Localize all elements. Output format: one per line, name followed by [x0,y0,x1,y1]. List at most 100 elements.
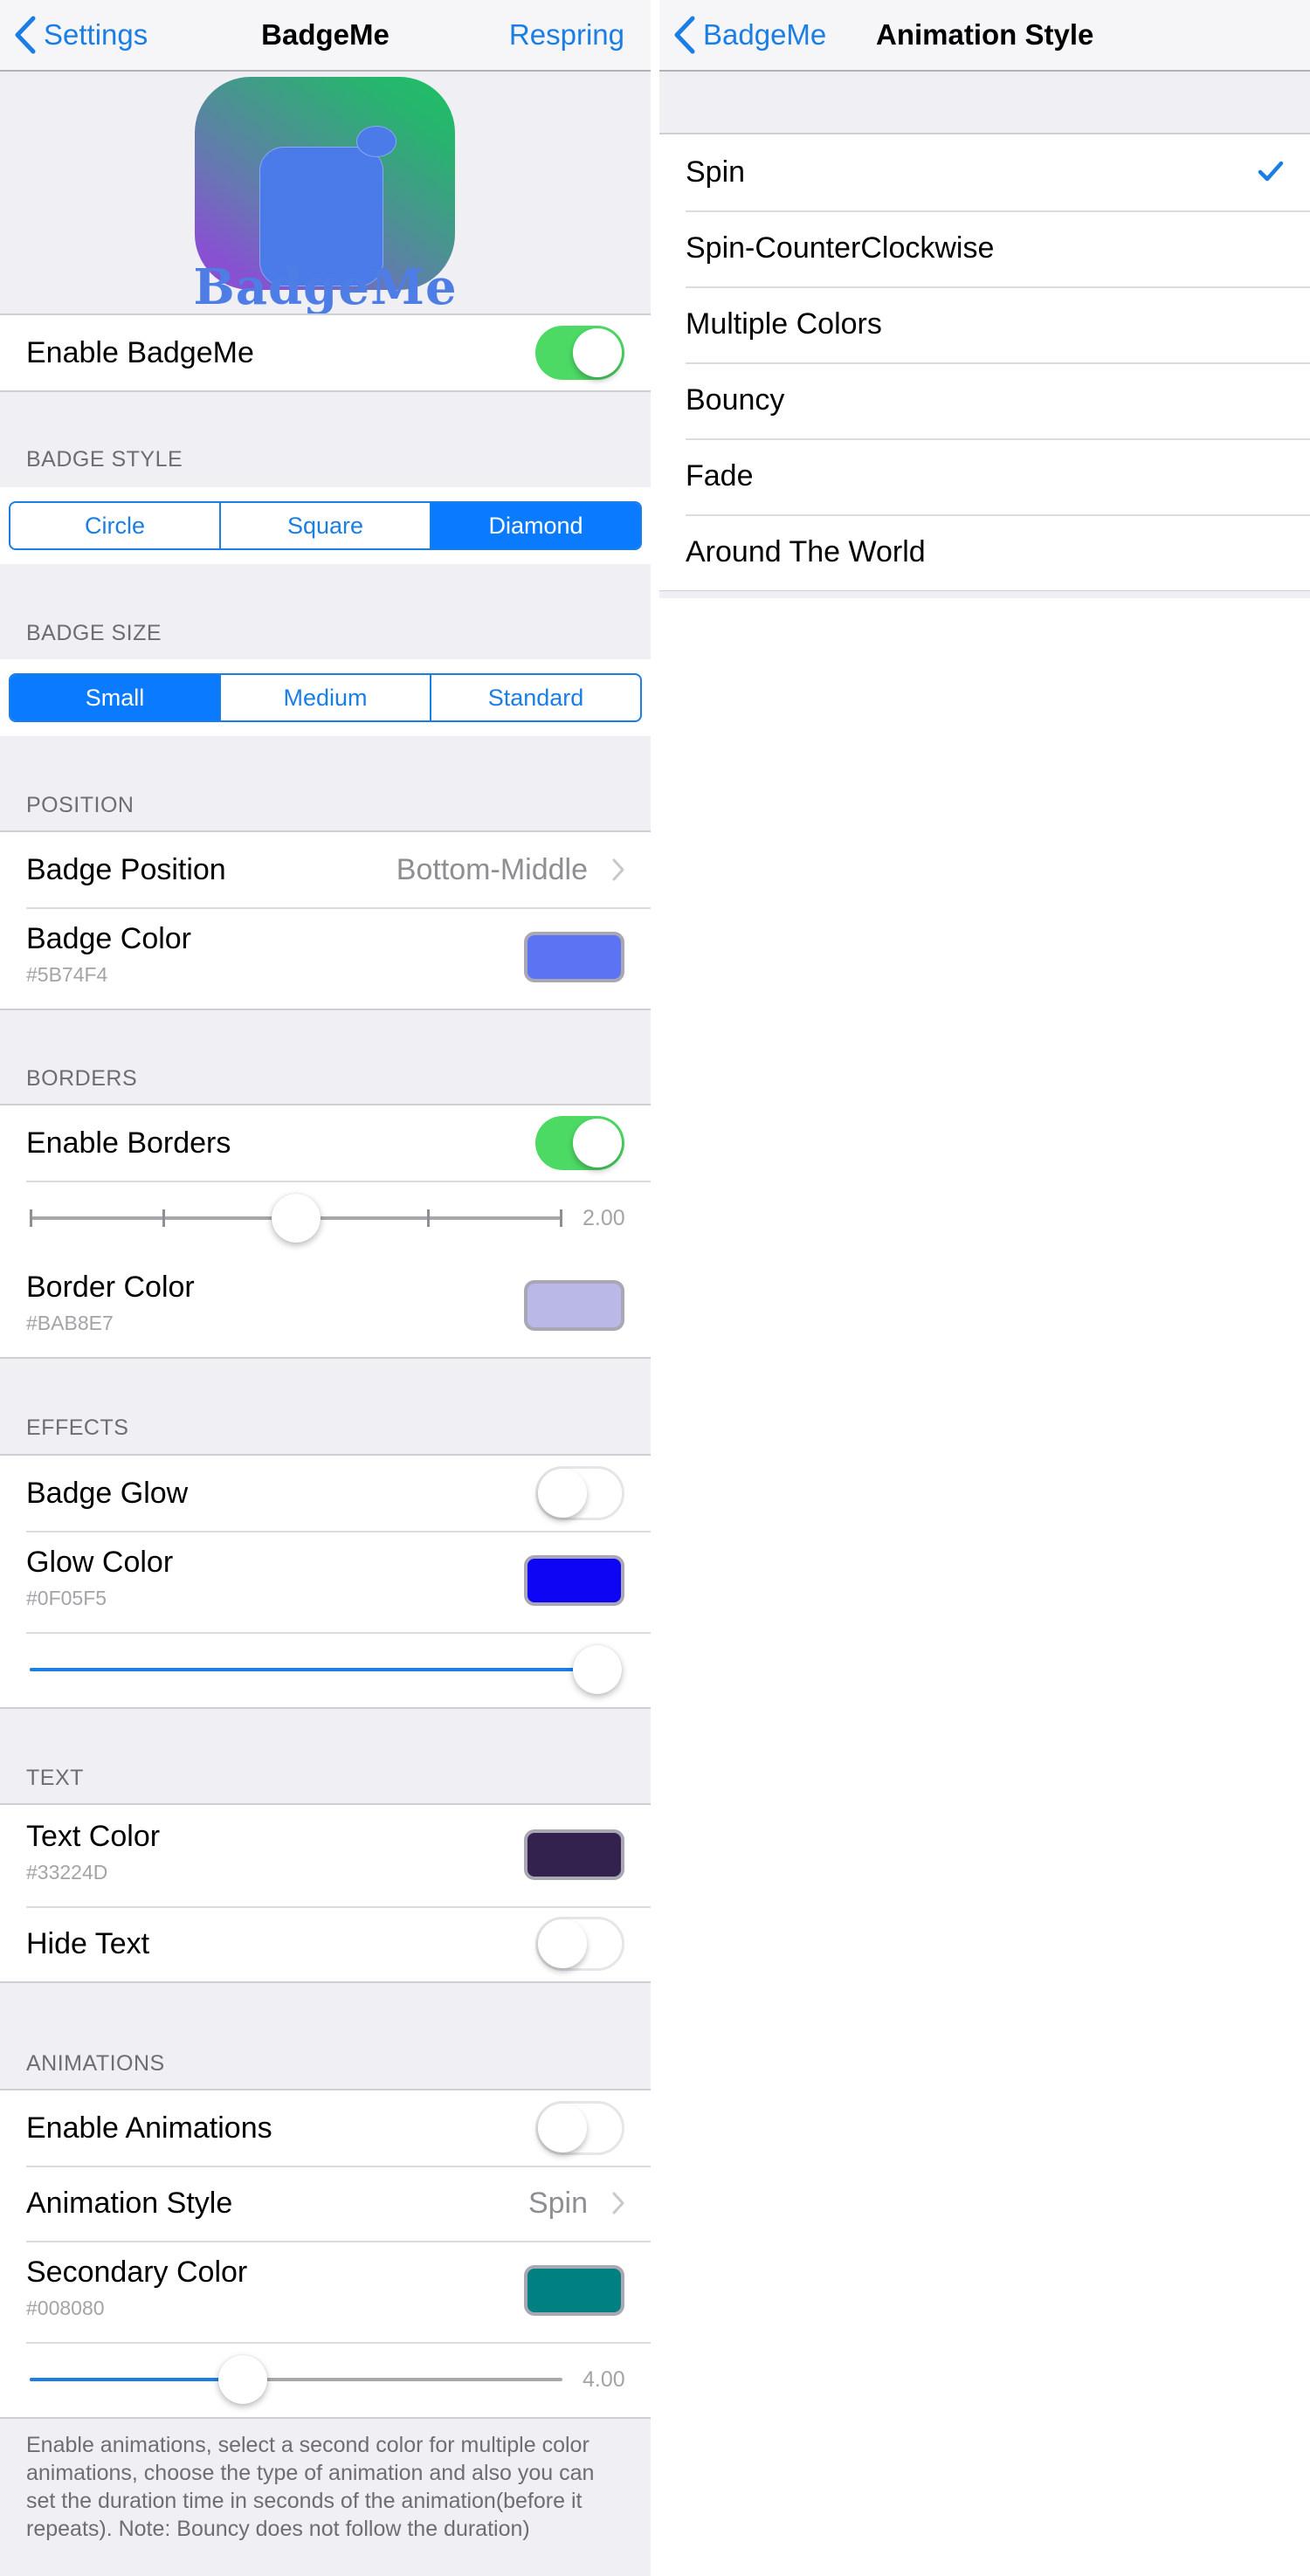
glow-color-row[interactable]: Glow Color #0F05F5 [0,1531,651,1632]
secondary-color-swatch[interactable] [524,2265,624,2316]
badge-color-row[interactable]: Badge Color #5B74F4 [0,907,651,1009]
logo-text: BadgeMe [193,258,458,316]
border-width-value: 2.00 [583,1206,624,1230]
enable-borders-row: Enable Borders [0,1105,651,1181]
list-bottom-spacer [659,591,1310,598]
hide-text-row: Hide Text [0,1906,651,1981]
back-button[interactable]: BadgeMe [673,0,826,70]
option-label: Fade [686,459,754,492]
badge-glow-row: Badge Glow [0,1456,651,1531]
slider-tick [427,1209,430,1227]
section-header-badge-size: BADGE SIZE [26,621,162,645]
section-header-animations: ANIMATIONS [26,2051,165,2076]
option-label: Around The World [686,535,926,568]
animations-group: Enable Animations Animation Style Spin S… [0,2089,651,2419]
enable-group: Enable BadgeMe [0,313,651,392]
list-item[interactable]: Bouncy [659,362,1310,438]
animation-style-value: Spin [527,2187,588,2220]
section-header-effects: EFFECTS [26,1415,129,1440]
hide-text-toggle[interactable] [535,1917,624,1971]
navigation-bar: BadgeMe Animation Style [659,0,1310,72]
slider-tick [162,1209,165,1227]
toggle-knob [573,1119,622,1167]
animation-style-row[interactable]: Animation Style Spin [0,2166,651,2241]
toggle-knob [573,328,622,377]
duration-slider-thumb[interactable] [218,2355,267,2404]
duration-slider-fill [30,2378,243,2381]
text-color-swatch[interactable] [524,1829,624,1880]
chevron-right-icon [612,858,624,881]
back-label: BadgeMe [703,18,827,51]
glow-color-label: Glow Color [26,1546,174,1579]
toggle-knob [538,1469,587,1518]
duration-slider-track[interactable] [30,2378,562,2381]
glow-slider-thumb[interactable] [573,1645,622,1694]
text-color-hex: #33224D [26,1861,108,1884]
respring-button[interactable]: Respring [509,0,624,70]
app-icon-badge-dot [356,126,396,157]
border-width-slider-thumb[interactable] [272,1194,321,1243]
border-color-row[interactable]: Border Color #BAB8E7 [0,1256,651,1357]
enable-badgeme-row: Enable BadgeMe [0,315,651,390]
text-group: Text Color #33224D Hide Text [0,1803,651,1983]
text-color-row[interactable]: Text Color #33224D [0,1805,651,1906]
enable-animations-toggle[interactable] [535,2101,624,2155]
section-header-badge-style: BADGE STYLE [26,447,183,472]
enable-borders-label: Enable Borders [26,1126,231,1160]
list-item[interactable]: Fade [659,438,1310,514]
section-header-position: POSITION [26,793,134,817]
glow-color-swatch[interactable] [524,1555,624,1606]
secondary-color-row[interactable]: Secondary Color #008080 [0,2241,651,2342]
glow-slider-fill [30,1668,597,1671]
list-item[interactable]: Around The World [659,514,1310,590]
position-group: Badge Position Bottom-Middle Badge Color… [0,830,651,1010]
enable-animations-label: Enable Animations [26,2111,272,2145]
segment-medium[interactable]: Medium [219,675,430,720]
badge-color-label: Badge Color [26,922,192,955]
segment-standard[interactable]: Standard [430,675,640,720]
animations-footer-note: Enable animations, select a second color… [26,2433,595,2541]
badge-style-band: Circle Square Diamond [0,487,651,564]
navigation-bar: Settings BadgeMe Respring [0,0,651,72]
list-item[interactable]: Spin [659,134,1310,210]
badge-position-row[interactable]: Badge Position Bottom-Middle [0,832,651,907]
borders-group: Enable Borders 2.00 Border Color #BAB8E7 [0,1104,651,1359]
animation-style-panel: BadgeMe Animation Style Spin Spin-Counte… [659,0,1310,2576]
badge-size-segmented-control: Small Medium Standard [9,673,642,722]
option-label: Spin [686,155,746,189]
enable-badgeme-toggle[interactable] [535,326,624,380]
segment-diamond[interactable]: Diamond [430,503,640,548]
list-item[interactable]: Spin-CounterClockwise [659,210,1310,286]
border-color-label: Border Color [26,1271,195,1304]
text-color-label: Text Color [26,1820,161,1853]
border-width-slider-row: 2.00 [0,1181,651,1256]
badge-position-label: Badge Position [26,853,226,886]
list-item[interactable]: Multiple Colors [659,286,1310,362]
badge-style-segmented-control: Circle Square Diamond [9,501,642,550]
enable-borders-toggle[interactable] [535,1116,624,1170]
badge-position-value: Bottom-Middle [396,853,588,886]
segment-circle[interactable]: Circle [10,503,219,548]
section-header-borders: BORDERS [26,1066,138,1091]
glow-slider-row [0,1632,651,1707]
section-header-text: TEXT [26,1766,84,1790]
toggle-knob [538,1919,587,1968]
badge-glow-toggle[interactable] [535,1466,624,1520]
duration-slider-row: 4.00 [0,2342,651,2417]
border-color-swatch[interactable] [524,1280,624,1331]
effects-group: Badge Glow Glow Color #0F05F5 [0,1454,651,1709]
badge-size-band: Small Medium Standard [0,659,651,736]
option-label: Bouncy [686,383,785,417]
chevron-right-icon [612,2192,624,2214]
badge-color-hex: #5B74F4 [26,963,108,986]
segment-small[interactable]: Small [10,675,219,720]
list-top-spacer [659,72,1310,133]
border-color-hex: #BAB8E7 [26,1312,114,1334]
secondary-color-hex: #008080 [26,2297,105,2319]
hide-text-label: Hide Text [26,1927,150,1960]
segment-square[interactable]: Square [219,503,430,548]
secondary-color-label: Secondary Color [26,2256,248,2289]
page-title: Animation Style [876,18,1094,51]
glow-slider-track[interactable] [30,1668,597,1671]
badge-color-swatch[interactable] [524,932,624,982]
